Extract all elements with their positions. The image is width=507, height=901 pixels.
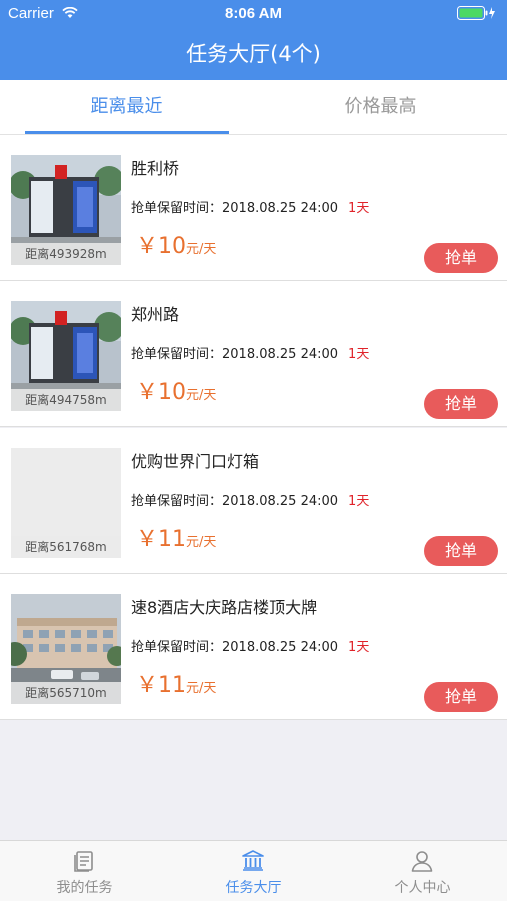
task-image-placeholder: 距离561768m (11, 448, 121, 558)
page-title: 任务大厅(4个) (186, 42, 321, 66)
task-title: 郑州路 (131, 305, 180, 324)
top-bar: Carrier 8:06 AM 任务大厅(4个) (0, 0, 507, 80)
price-amount: ￥11 (136, 527, 186, 552)
tabbar-task-hall[interactable]: 任务大厅 (169, 841, 338, 901)
price-amount: ￥10 (136, 234, 186, 259)
battery-icon (457, 6, 497, 20)
grab-order-button[interactable]: 抢单 (424, 536, 498, 566)
clock: 8:06 AM (225, 5, 282, 22)
task-title: 胜利桥 (131, 159, 180, 178)
price-unit: 元/天 (186, 388, 217, 403)
sort-tabs: 距离最近 价格最高 (0, 80, 507, 135)
deadline-label: 抢单保留时间： (131, 347, 223, 362)
days-badge: 1天 (348, 201, 370, 216)
bottom-tab-bar: 我的任务 任务大厅 个人中心 (0, 840, 507, 901)
task-image: 距离565710m (11, 594, 121, 704)
deadline-row: 抢单保留时间：2018.08.25 24:00 1天 (131, 343, 369, 362)
deadline-label: 抢单保留时间： (131, 494, 223, 509)
task-image: 距离494758m (11, 301, 121, 411)
task-image: 距离493928m (11, 155, 121, 265)
task-card[interactable]: 距离493928m 胜利桥 抢单保留时间：2018.08.25 24:00 1天 … (0, 135, 507, 281)
task-card[interactable]: 距离494758m 郑州路 抢单保留时间：2018.08.25 24:00 1天 … (0, 281, 507, 427)
active-tab-indicator (25, 131, 229, 134)
tabbar-label: 我的任务 (56, 880, 113, 896)
tabbar-my-tasks[interactable]: 我的任务 (0, 841, 169, 901)
price-unit: 元/天 (186, 681, 217, 696)
price: ￥10元/天 (136, 228, 216, 260)
deadline-label: 抢单保留时间： (131, 201, 223, 216)
deadline-row: 抢单保留时间：2018.08.25 24:00 1天 (131, 636, 369, 655)
task-title: 优购世界门口灯箱 (131, 452, 260, 471)
deadline-row: 抢单保留时间：2018.08.25 24:00 1天 (131, 490, 369, 509)
deadline-value: 2018.08.25 24:00 (222, 201, 339, 216)
tab-highest-price[interactable]: 价格最高 (254, 80, 507, 134)
status-bar: Carrier 8:06 AM (0, 0, 507, 28)
distance-label: 距离565710m (11, 682, 121, 704)
grab-order-button[interactable]: 抢单 (424, 389, 498, 419)
distance-label: 距离493928m (11, 243, 121, 265)
task-card[interactable]: 距离561768m 优购世界门口灯箱 抢单保留时间：2018.08.25 24:… (0, 428, 507, 574)
tab-nearest[interactable]: 距离最近 (0, 80, 253, 134)
deadline-value: 2018.08.25 24:00 (222, 640, 339, 655)
grab-order-button[interactable]: 抢单 (424, 243, 498, 273)
days-badge: 1天 (348, 494, 370, 509)
task-title: 速8酒店大庆路店楼顶大牌 (131, 598, 318, 617)
price: ￥11元/天 (136, 667, 216, 699)
tabbar-label: 任务大厅 (225, 880, 282, 896)
price-amount: ￥11 (136, 673, 186, 698)
distance-label: 距离494758m (11, 389, 121, 411)
tabbar-profile[interactable]: 个人中心 (338, 841, 507, 901)
deadline-value: 2018.08.25 24:00 (222, 494, 339, 509)
price: ￥10元/天 (136, 374, 216, 406)
task-card[interactable]: 距离565710m 速8酒店大庆路店楼顶大牌 抢单保留时间：2018.08.25… (0, 574, 507, 720)
price-amount: ￥10 (136, 380, 186, 405)
price-unit: 元/天 (186, 242, 217, 257)
deadline-value: 2018.08.25 24:00 (222, 347, 339, 362)
grab-order-button[interactable]: 抢单 (424, 682, 498, 712)
deadline-row: 抢单保留时间：2018.08.25 24:00 1天 (131, 197, 369, 216)
tabbar-label: 个人中心 (394, 880, 451, 896)
days-badge: 1天 (348, 347, 370, 362)
price: ￥11元/天 (136, 521, 216, 553)
deadline-label: 抢单保留时间： (131, 640, 223, 655)
days-badge: 1天 (348, 640, 370, 655)
price-unit: 元/天 (186, 535, 217, 550)
distance-label: 距离561768m (11, 536, 121, 558)
